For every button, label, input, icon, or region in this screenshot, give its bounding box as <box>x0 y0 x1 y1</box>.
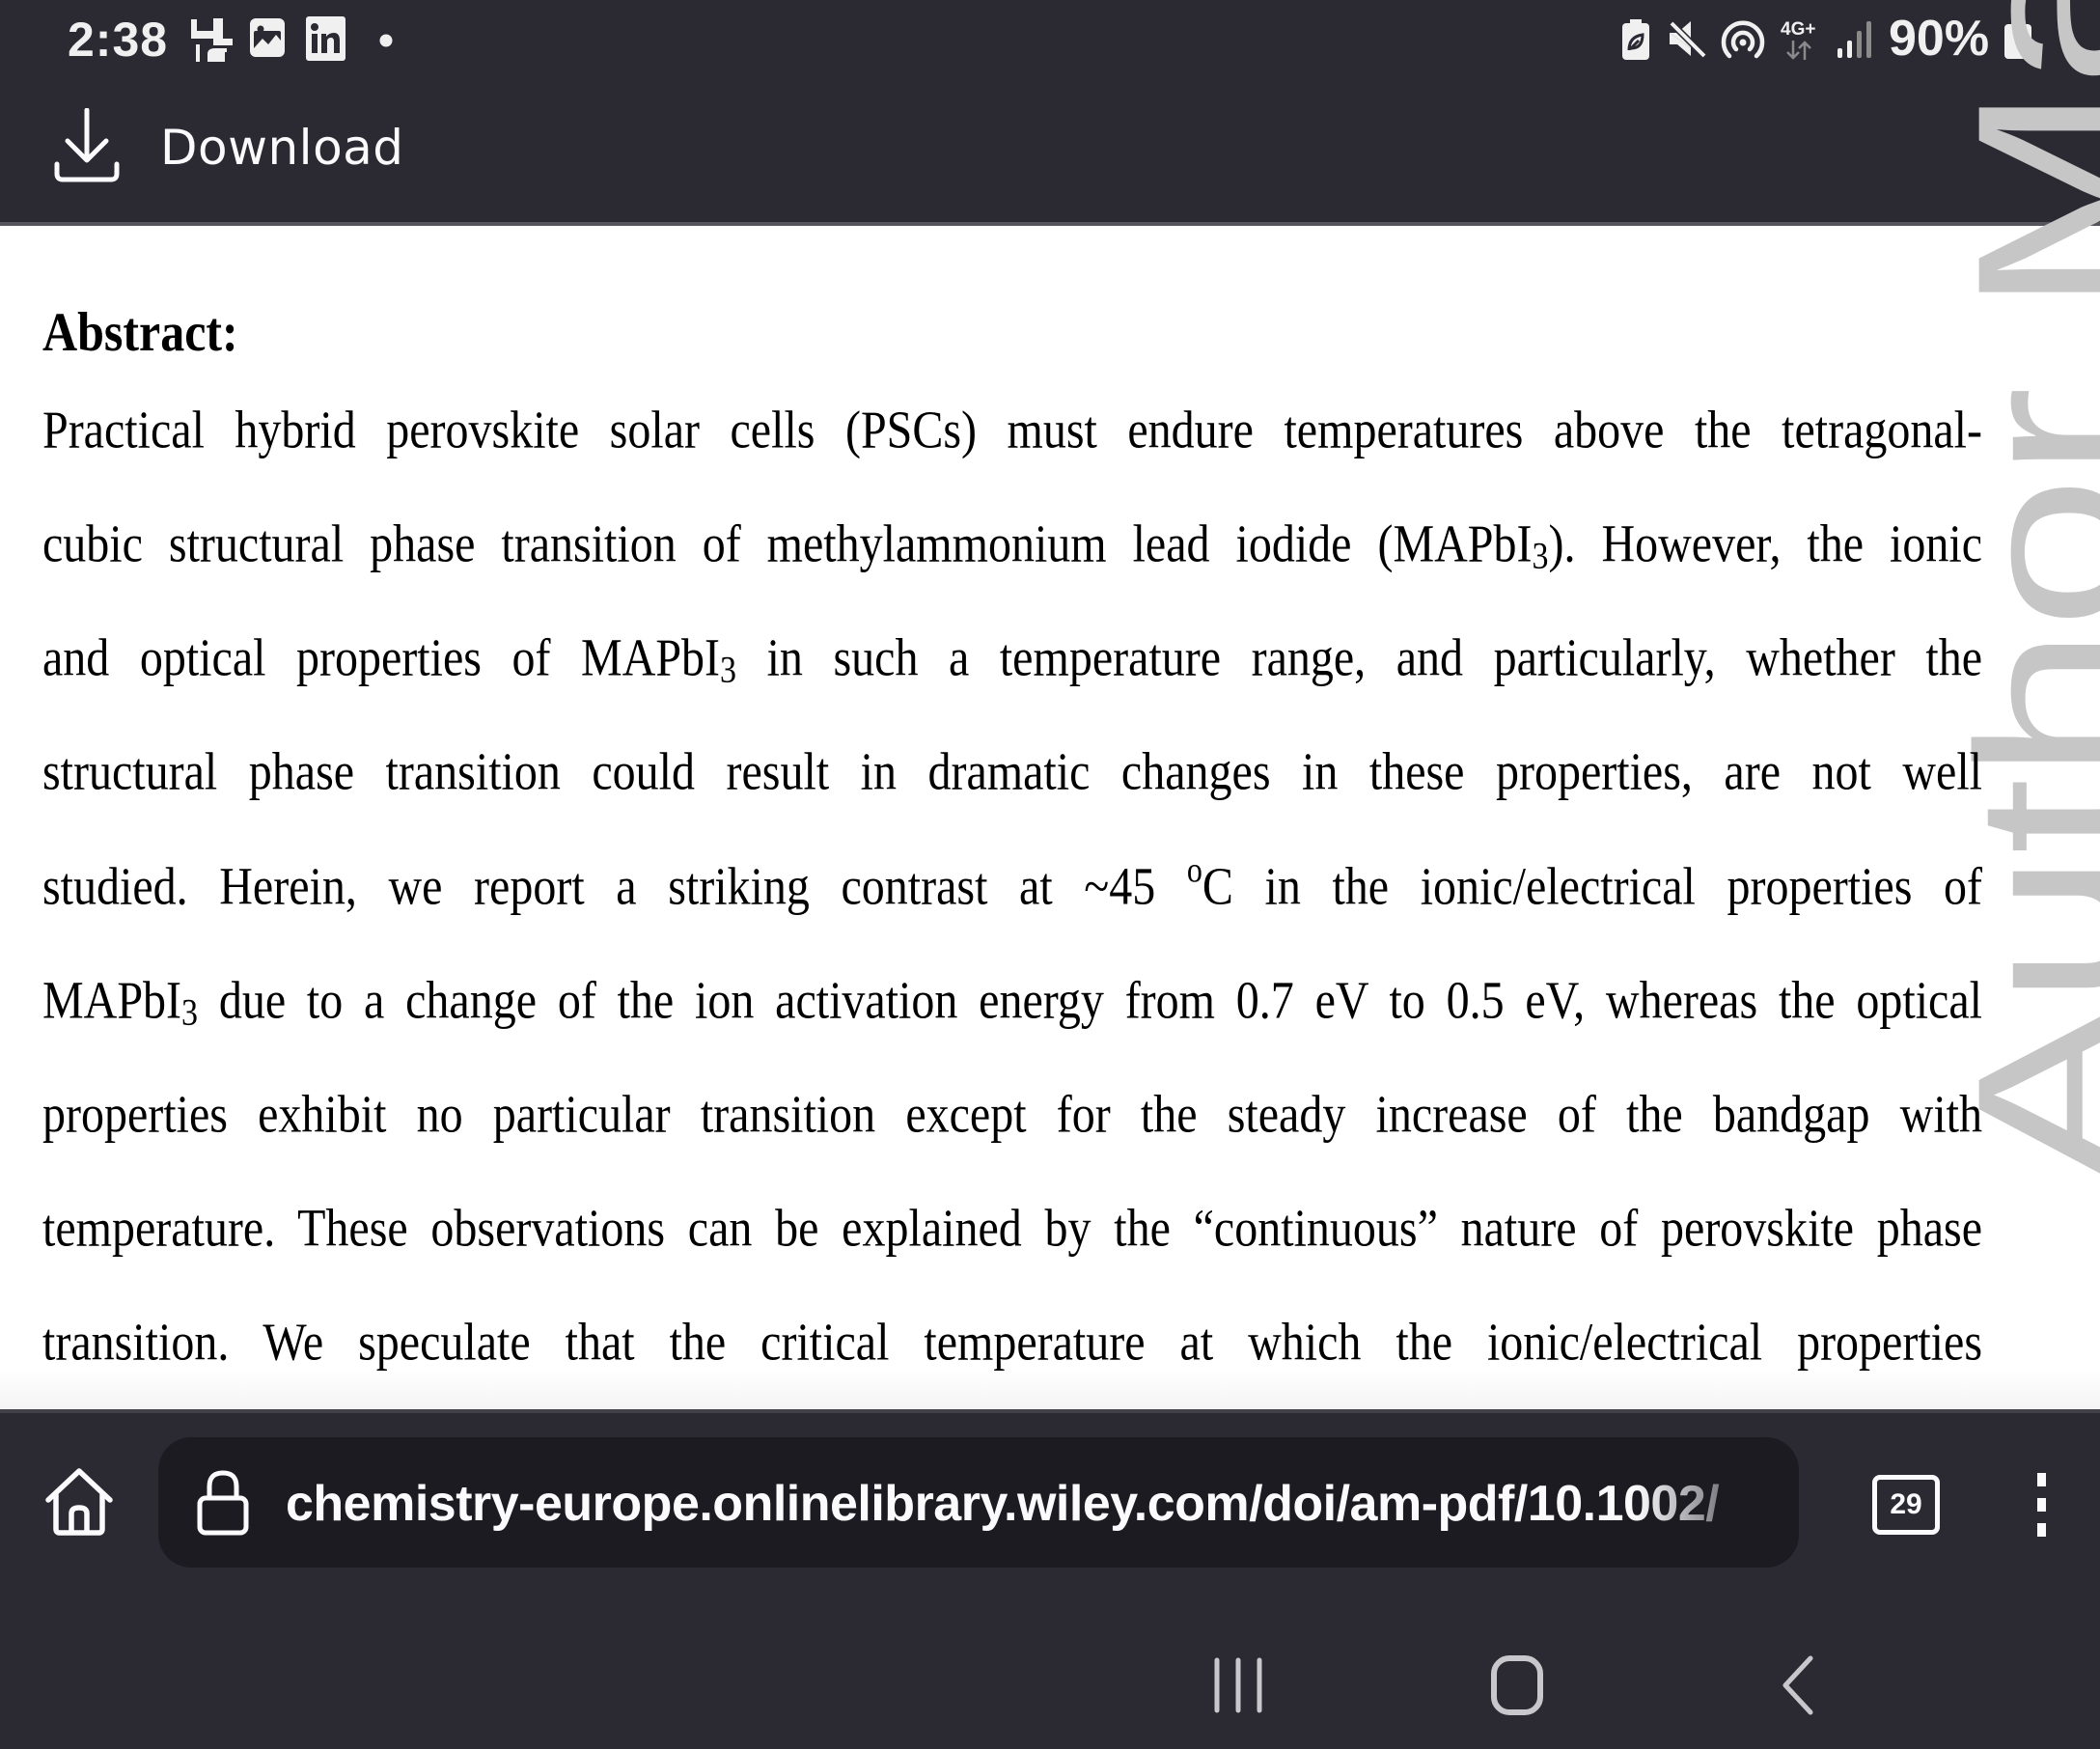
abstract-line: studied. Herein, we report a striking co… <box>42 851 1983 923</box>
download-icon <box>54 108 120 182</box>
text-run: Practical hybrid perovskite solar cells … <box>42 401 1982 460</box>
status-bar: 2:38 4G+ 90% <box>0 0 2100 79</box>
download-label: Download <box>160 120 404 176</box>
abstract-line: temperature. These observations can be e… <box>42 1198 1982 1264</box>
text-run: in such a temperature range, and particu… <box>736 628 1983 688</box>
overflow-menu-icon[interactable] <box>2027 1473 2056 1537</box>
text-run: ). However, the ionic <box>1548 514 1983 574</box>
subscript: 3 <box>720 650 737 691</box>
abstract-line: and optical properties of MAPbI3 in such… <box>42 627 1982 694</box>
text-run: transition. We speculate that the critic… <box>42 1313 1982 1373</box>
tab-count-button[interactable]: 29 <box>1872 1475 1940 1535</box>
battery-saver-icon <box>1622 19 1649 60</box>
recent-apps-icon[interactable] <box>1211 1656 1265 1714</box>
url-text[interactable]: chemistry-europe.onlinelibrary.wiley.com… <box>286 1475 1786 1542</box>
network-4g-plus-icon: 4G+ <box>1781 19 1821 62</box>
mute-icon <box>1669 20 1707 59</box>
text-run: due to a change of the ion activation en… <box>198 971 1982 1031</box>
text-run: and optical properties of MAPbI <box>42 628 721 688</box>
accessibility-app-icon <box>191 18 233 62</box>
subscript: 3 <box>181 992 199 1034</box>
text-run: C in the ionic/electrical properties of <box>1202 857 1983 917</box>
abstract-line: structural phase transition could result… <box>42 741 1982 808</box>
subscript: 3 <box>1532 536 1549 577</box>
text-run: structural phase transition could result… <box>42 742 1982 802</box>
home-icon[interactable] <box>42 1465 116 1539</box>
text-run: MAPbI <box>42 971 182 1031</box>
lock-icon[interactable] <box>196 1469 250 1537</box>
text-run: studied. Herein, we report a striking co… <box>42 857 1187 917</box>
page-edge-shadow <box>0 1371 2100 1409</box>
text-run: cubic structural phase transition of met… <box>42 514 1533 574</box>
abstract-line: transition. We speculate that the critic… <box>42 1312 1982 1378</box>
nav-home-icon[interactable] <box>1490 1654 1544 1716</box>
back-icon[interactable] <box>1780 1654 1818 1716</box>
signal-strength-icon <box>1838 21 1871 58</box>
hotspot-icon <box>1721 20 1765 59</box>
abstract-line: Practical hybrid perovskite solar cells … <box>42 400 1982 466</box>
gallery-notification-icon <box>250 18 285 57</box>
status-time: 2:38 <box>68 13 169 67</box>
more-notifications-dot-icon <box>379 34 393 47</box>
text-run: temperature. These observations can be e… <box>42 1199 1982 1259</box>
abstract-line: properties exhibit no particular transit… <box>42 1084 1982 1151</box>
text-run: properties exhibit no particular transit… <box>42 1085 1982 1145</box>
abstract-line: MAPbI3 due to a change of the ion activa… <box>42 970 1982 1037</box>
superscript: o <box>1186 849 1202 890</box>
linkedin-notification-icon <box>306 16 345 61</box>
abstract-heading: Abstract: <box>42 300 238 363</box>
abstract-line: cubic structural phase transition of met… <box>42 514 1982 580</box>
